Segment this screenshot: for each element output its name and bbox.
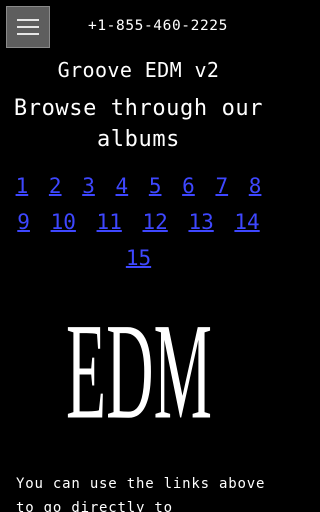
menu-button[interactable] (6, 6, 50, 48)
page-link-12[interactable]: 12 (143, 210, 168, 234)
edm-logo-mark: EDM (65, 296, 211, 436)
hamburger-menu-icon (17, 19, 39, 35)
page-link-7[interactable]: 7 (215, 174, 228, 198)
page-link-15[interactable]: 15 (126, 246, 151, 270)
page-link-1[interactable]: 1 (16, 174, 29, 198)
page-link-14[interactable]: 14 (234, 210, 259, 234)
page-link-8[interactable]: 8 (249, 174, 262, 198)
phone-number[interactable]: +1-855-460-2225 (88, 18, 228, 34)
page-link-11[interactable]: 11 (97, 210, 122, 234)
page-link-5[interactable]: 5 (149, 174, 162, 198)
page-link-10[interactable]: 10 (51, 210, 76, 234)
page-link-6[interactable]: 6 (182, 174, 195, 198)
page-link-3[interactable]: 3 (82, 174, 95, 198)
page-subtitle: Browse through our albums (13, 96, 264, 152)
page-link-4[interactable]: 4 (116, 174, 129, 198)
edm-logo-text: EDM (65, 296, 211, 436)
page-link-9[interactable]: 9 (17, 210, 30, 234)
album-pagination: 1 2 3 4 5 6 7 8 9 10 11 12 13 14 15 (0, 168, 277, 276)
page-link-13[interactable]: 13 (188, 210, 213, 234)
intro-text: You can use the links above to go direct… (16, 476, 266, 512)
edm-logo: EDM (0, 296, 277, 436)
site-title: Groove EDM v2 (57, 58, 220, 82)
page-link-2[interactable]: 2 (49, 174, 62, 198)
